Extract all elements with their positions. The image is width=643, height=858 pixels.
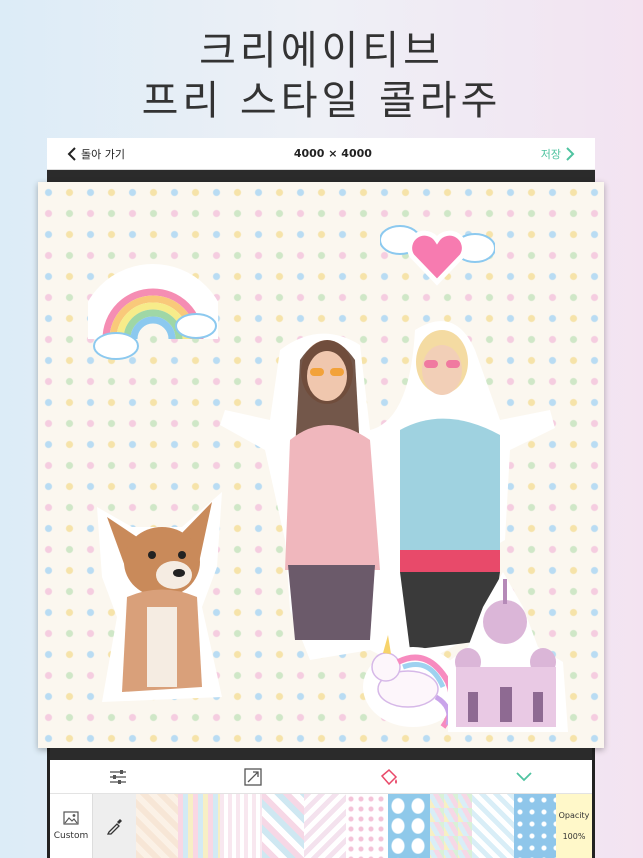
opacity-label: Opacity	[558, 811, 590, 820]
back-label: 돌아 가기	[81, 147, 125, 161]
custom-background-button[interactable]: Custom	[50, 794, 93, 858]
swatch-8[interactable]	[430, 794, 472, 858]
rainbow-sticker[interactable]	[88, 254, 218, 364]
canvas-top-strip	[47, 170, 595, 182]
resize-icon	[244, 767, 262, 786]
basilica-sticker[interactable]	[438, 567, 573, 737]
swatch-4[interactable]	[262, 794, 304, 858]
resize-tool[interactable]	[239, 763, 267, 791]
paint-bucket-icon	[380, 768, 397, 785]
chevron-left-icon	[67, 146, 76, 161]
headline-line-1: 크리에이티브	[199, 28, 444, 74]
adjust-tool[interactable]	[104, 763, 132, 791]
winged-heart-sticker[interactable]	[380, 210, 495, 290]
headline: 크리에이티브 프리 스타일 콜라주	[0, 26, 643, 126]
swatch-7[interactable]	[388, 794, 430, 858]
corgi-puppy-sticker[interactable]	[82, 487, 232, 712]
eyedropper-icon	[106, 819, 122, 835]
eyedropper-button[interactable]	[93, 794, 136, 858]
fill-tool[interactable]	[375, 763, 403, 791]
swatch-2[interactable]	[178, 794, 220, 858]
canvas-bottom-strip	[50, 748, 592, 760]
editor-topbar: 돌아 가기 4000 × 4000 저장	[47, 138, 595, 170]
back-button[interactable]: 돌아 가기	[67, 146, 125, 162]
canvas-dimensions: 4000 × 4000	[293, 147, 372, 160]
opacity-value: 100%	[562, 832, 586, 841]
chevron-right-icon	[566, 146, 575, 161]
background-swatch-row: Custom Opacity 100%	[50, 794, 592, 858]
custom-label: Custom	[53, 831, 89, 841]
swatch-6[interactable]	[346, 794, 388, 858]
swatch-5[interactable]	[304, 794, 346, 858]
collage-canvas[interactable]	[38, 182, 604, 748]
chevron-down-icon	[516, 771, 532, 781]
opacity-control[interactable]: Opacity 100%	[556, 794, 592, 858]
swatch-10[interactable]	[514, 794, 556, 858]
collapse-button[interactable]	[510, 763, 538, 791]
image-icon	[63, 811, 79, 825]
save-button[interactable]: 저장	[541, 146, 575, 162]
swatch-3[interactable]	[220, 794, 262, 858]
swatch-1[interactable]	[136, 794, 178, 858]
save-label: 저장	[540, 147, 561, 161]
sliders-icon	[109, 769, 126, 784]
editor-toolbar	[50, 760, 592, 794]
headline-line-2: 프리 스타일 콜라주	[141, 78, 502, 124]
swatch-9[interactable]	[472, 794, 514, 858]
